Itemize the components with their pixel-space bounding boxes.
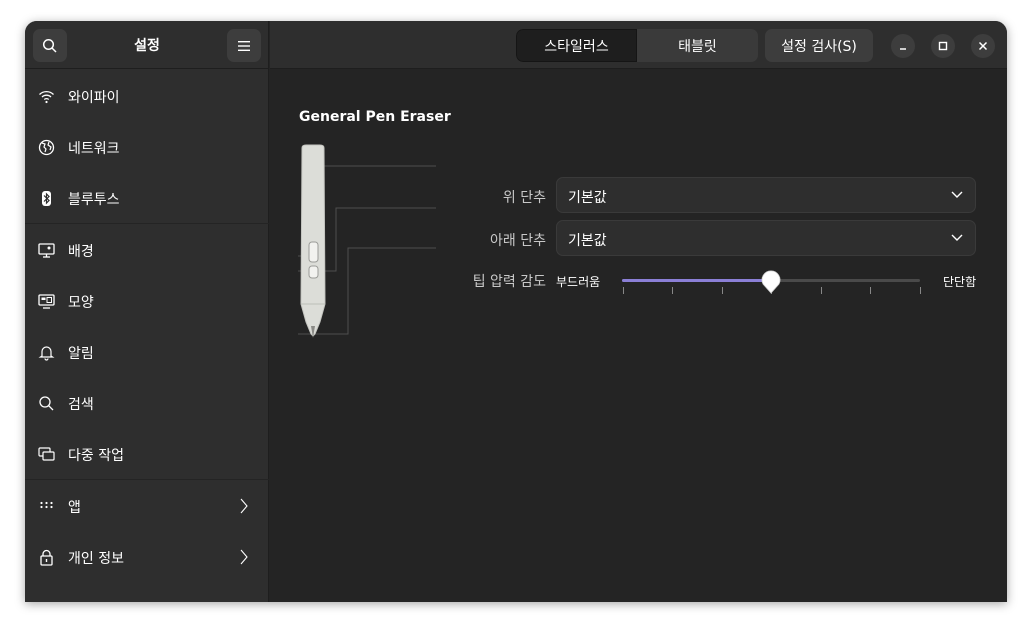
slider-tick (920, 287, 921, 294)
slider-min-label: 부드러움 (556, 275, 601, 289)
slider-tick (821, 287, 822, 294)
sidebar-item-notifications[interactable]: 알림 (25, 327, 269, 377)
sidebar-item-search[interactable]: 검색 (25, 378, 269, 428)
sidebar-item-label: 모양 (68, 295, 94, 311)
sidebar-item-label: 알림 (68, 346, 94, 362)
sidebar-item-label: 와이파이 (68, 90, 120, 106)
sidebar-item-wifi[interactable]: 와이파이 (25, 71, 269, 121)
stylus-top-button (308, 241, 319, 263)
chevron-down-icon (951, 234, 963, 241)
test-settings-button[interactable]: 설정 검사(S) (765, 29, 873, 62)
sidebar-item-label: 검색 (68, 397, 94, 413)
settings-window: 설정 와이파이 네트워크 블루투스 배경 모양 알림 검색 다중 작업 앱 개인… (25, 21, 1007, 602)
top-button-dropdown[interactable]: 기본값 (556, 177, 976, 213)
slider-tick (623, 287, 624, 294)
bottom-button-label: 아래 단추 (490, 233, 546, 249)
sidebar-item-bluetooth[interactable]: 블루투스 (25, 173, 269, 223)
view-switcher: 스타일러스 태블릿 (516, 29, 758, 62)
hamburger-icon (238, 40, 250, 51)
sidebar-item-background[interactable]: 배경 (25, 225, 269, 275)
bell-icon (38, 346, 55, 361)
lock-icon (40, 549, 53, 566)
sidebar-item-network[interactable]: 네트워크 (25, 122, 269, 172)
maximize-button[interactable] (931, 34, 955, 58)
search-button[interactable] (33, 29, 67, 62)
bottom-button-dropdown[interactable]: 기본값 (556, 220, 976, 256)
slider-tick (870, 287, 871, 294)
sidebar-item-appearance[interactable]: 모양 (25, 276, 269, 326)
bottom-button-value: 기본값 (568, 233, 607, 249)
bluetooth-icon (42, 191, 51, 206)
wifi-icon (39, 90, 54, 104)
slider-handle[interactable] (761, 269, 781, 294)
search-icon (39, 396, 54, 411)
tab-tablet[interactable]: 태블릿 (637, 29, 758, 62)
minimize-button[interactable] (891, 34, 915, 58)
sidebar-item-apps[interactable]: 앱 (25, 481, 269, 531)
top-button-label: 위 단추 (502, 190, 546, 206)
minimize-icon (900, 48, 906, 50)
maximize-icon (938, 41, 948, 51)
sidebar-divider (25, 479, 269, 480)
chevron-down-icon (951, 191, 963, 198)
sidebar-item-privacy[interactable]: 개인 정보 (25, 532, 269, 582)
sidebar-item-multitasking[interactable]: 다중 작업 (25, 429, 269, 479)
sidebar-item-label: 개인 정보 (68, 551, 124, 567)
slider-tick (722, 287, 723, 294)
palette-icon (38, 294, 55, 309)
close-button[interactable] (971, 34, 995, 58)
stylus-bottom-button (308, 265, 319, 279)
tip-pressure-label: 팁 압력 감도 (472, 274, 546, 290)
stylus-panel: General Pen Eraser 위 단추 기본값 아래 단추 기본값 팁 … (270, 70, 1007, 602)
slider-tick (672, 287, 673, 294)
stylus-name: General Pen Eraser (299, 109, 451, 125)
close-icon (978, 41, 988, 51)
multitask-icon (38, 447, 55, 461)
sidebar-item-label: 다중 작업 (68, 448, 124, 464)
monitor-icon (38, 243, 55, 258)
slider-max-label: 단단함 (943, 275, 977, 289)
apps-grid-icon (40, 501, 53, 509)
sidebar-item-label: 배경 (68, 244, 94, 260)
globe-icon (38, 139, 55, 156)
slider-fill (622, 279, 771, 282)
sidebar-item-label: 앱 (68, 500, 81, 516)
top-button-value: 기본값 (568, 190, 607, 206)
sidebar-title: 설정 (134, 38, 160, 54)
header-bar: 스타일러스 태블릿 설정 검사(S) (270, 21, 1007, 69)
sidebar-item-label: 네트워크 (68, 141, 120, 157)
sidebar-divider (25, 223, 269, 224)
chevron-right-icon (240, 549, 248, 565)
chevron-right-icon (240, 498, 248, 514)
sidebar-header: 설정 (25, 21, 269, 69)
main-menu-button[interactable] (227, 29, 261, 62)
sidebar-item-label: 블루투스 (68, 192, 120, 208)
sidebar: 설정 와이파이 네트워크 블루투스 배경 모양 알림 검색 다중 작업 앱 개인… (25, 21, 269, 602)
tab-stylus[interactable]: 스타일러스 (516, 29, 637, 62)
search-icon (42, 38, 57, 53)
